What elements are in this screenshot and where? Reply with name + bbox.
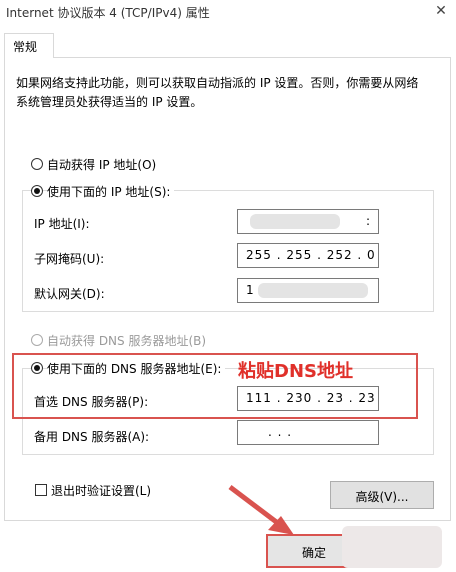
tab-general[interactable]: 常规	[4, 33, 54, 58]
arrow-annotation	[228, 485, 294, 535]
arrow-shaft	[228, 485, 285, 529]
redacted-blur	[342, 526, 442, 568]
tab-general-label: 常规	[13, 40, 38, 54]
